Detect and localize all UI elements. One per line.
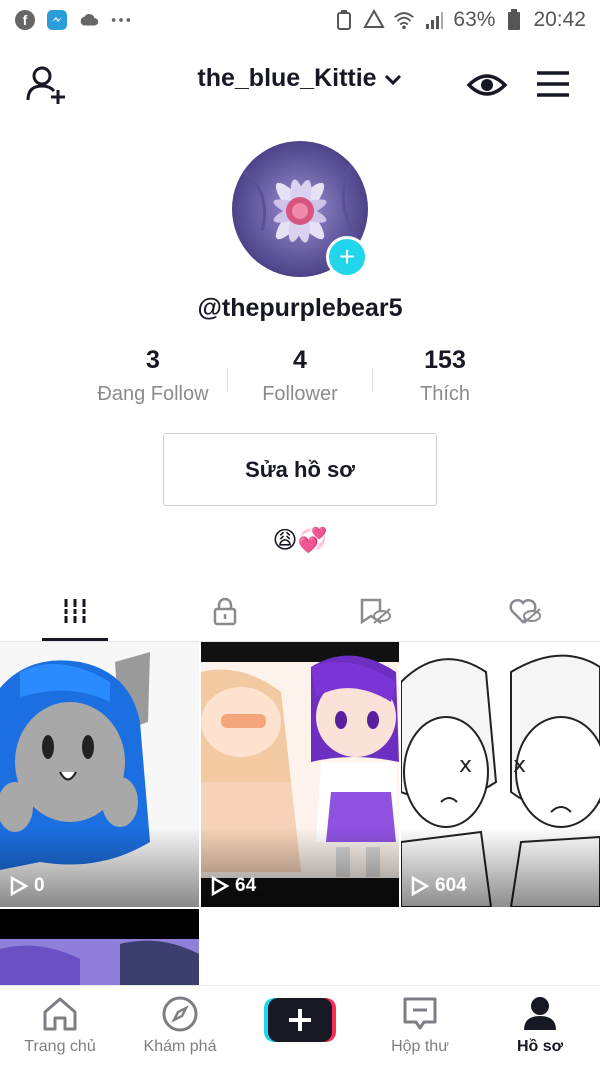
messenger-icon	[46, 9, 68, 31]
private-lock-icon	[213, 597, 237, 626]
cloud-icon	[78, 9, 100, 31]
view-count: 604	[411, 875, 467, 897]
more-dots-icon	[110, 9, 132, 31]
svg-text:x: x	[459, 753, 472, 778]
username: the_blue_Kittie	[197, 64, 377, 92]
inbox-icon	[403, 997, 437, 1030]
home-icon	[43, 997, 77, 1031]
profile-stats: 3 Đang Follow 4 Follower 153 Thích	[0, 346, 600, 416]
video-thumbnail[interactable]: 64	[201, 642, 399, 907]
clock: 20:42	[533, 8, 586, 31]
stat-following-label: Đang Follow	[97, 383, 209, 405]
profile-header: the_blue_Kittie	[0, 56, 600, 112]
svg-text:f: f	[23, 12, 28, 28]
tab-private[interactable]	[150, 580, 300, 642]
profile-tabs	[0, 580, 600, 642]
profile-bio: 😩💞	[272, 527, 328, 554]
stat-followers[interactable]: 4 Follower	[225, 346, 375, 406]
create-video-button[interactable]	[264, 996, 336, 1044]
add-friend-button[interactable]	[24, 62, 68, 106]
view-count-value: 0	[34, 875, 45, 896]
storage-icon	[333, 9, 355, 31]
nav-profile[interactable]: Hồ sơ	[480, 994, 600, 1056]
stat-likes[interactable]: 153 Thích	[370, 346, 520, 406]
facebook-icon: f	[14, 9, 36, 31]
add-avatar-button[interactable]: +	[326, 236, 368, 278]
stat-following-value: 3	[146, 346, 160, 374]
plus-icon: +	[338, 241, 356, 272]
nav-home[interactable]: Trang chủ	[0, 994, 120, 1056]
view-count: 0	[10, 875, 45, 897]
stat-followers-label: Follower	[262, 383, 338, 405]
wifi-icon	[393, 9, 415, 31]
view-count: 64	[211, 875, 256, 897]
compass-icon	[162, 996, 198, 1032]
saved-hidden-icon	[360, 598, 391, 625]
plus-icon	[264, 998, 336, 1042]
liked-hidden-icon	[509, 598, 541, 624]
profile-icon	[524, 997, 556, 1030]
signal-icon	[423, 9, 445, 31]
bottom-nav: Trang chủ Khám phá Hộp thư Hồ sơ	[0, 985, 600, 1067]
svg-text:x: x	[513, 753, 526, 778]
account-switcher[interactable]: the_blue_Kittie	[150, 64, 450, 93]
tab-saved[interactable]	[300, 580, 450, 642]
battery-icon	[503, 9, 525, 31]
active-tab-indicator	[42, 638, 108, 641]
stat-followers-value: 4	[293, 346, 307, 374]
status-bar: f 63% 20:42	[0, 0, 600, 40]
profile-handle: @thepurplebear5	[197, 294, 403, 322]
tab-videos[interactable]	[0, 580, 150, 642]
tab-liked[interactable]	[450, 580, 600, 642]
eye-icon	[466, 74, 508, 96]
hamburger-menu-icon	[537, 71, 569, 97]
play-icon	[411, 876, 429, 896]
stat-likes-value: 153	[424, 346, 466, 374]
edit-profile-button[interactable]: Sửa hồ sơ	[163, 433, 437, 506]
stat-following[interactable]: 3 Đang Follow	[78, 346, 228, 406]
nav-inbox[interactable]: Hộp thư	[360, 994, 480, 1056]
recycle-icon	[363, 9, 386, 31]
nav-inbox-label: Hộp thư	[391, 1038, 449, 1055]
menu-button[interactable]	[534, 66, 572, 102]
nav-home-label: Trang chủ	[24, 1038, 96, 1055]
add-user-icon	[26, 66, 65, 104]
nav-profile-label: Hồ sơ	[516, 1038, 564, 1055]
play-icon	[211, 876, 229, 896]
chevron-down-icon	[384, 74, 401, 85]
nav-discover[interactable]: Khám phá	[120, 994, 240, 1056]
nav-discover-label: Khám phá	[143, 1038, 217, 1055]
stat-likes-label: Thích	[419, 383, 471, 405]
video-thumbnail[interactable]	[0, 909, 199, 989]
videos-grid-icon	[62, 599, 88, 623]
video-thumbnail[interactable]: 0	[0, 642, 199, 907]
play-icon	[10, 876, 28, 896]
view-count-value: 64	[235, 875, 257, 896]
view-count-value: 604	[435, 875, 467, 896]
profile-views-button[interactable]	[466, 64, 508, 106]
video-thumbnail-image	[0, 909, 199, 989]
video-thumbnail[interactable]: x x 604	[401, 642, 600, 907]
battery-percent: 63%	[453, 8, 496, 31]
